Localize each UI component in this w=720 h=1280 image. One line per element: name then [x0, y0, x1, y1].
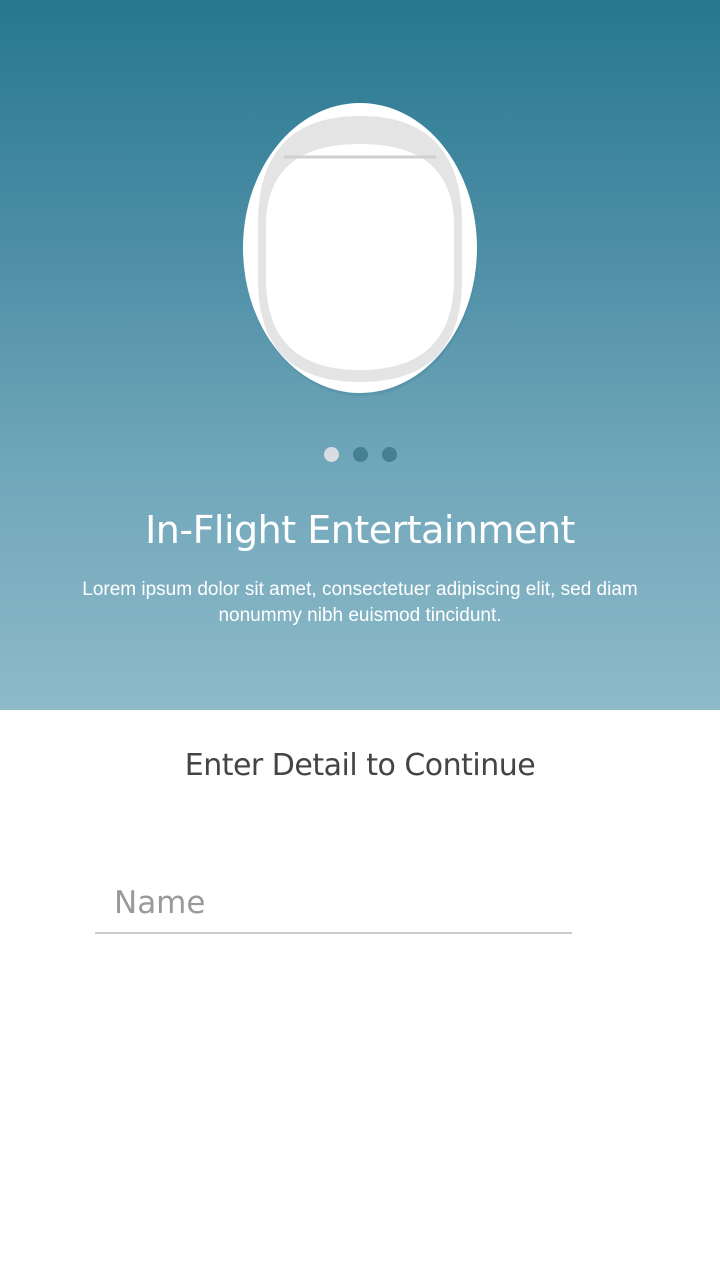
name-input[interactable] [95, 874, 572, 934]
pager-dot-3[interactable] [381, 447, 397, 462]
pager-dot-1[interactable] [323, 447, 339, 462]
carousel-pager [0, 447, 720, 463]
pager-dot-2[interactable] [352, 447, 368, 462]
hero-title: In-Flight Entertainment [145, 508, 575, 552]
airplane-window-icon [243, 103, 478, 396]
form-title: Enter Detail to Continue [184, 748, 536, 783]
hero-description: Lorem ipsum dolor sit amet, consectetuer… [82, 579, 638, 626]
hero-banner: In-Flight Entertainment Lorem ipsum dolo… [0, 0, 720, 710]
